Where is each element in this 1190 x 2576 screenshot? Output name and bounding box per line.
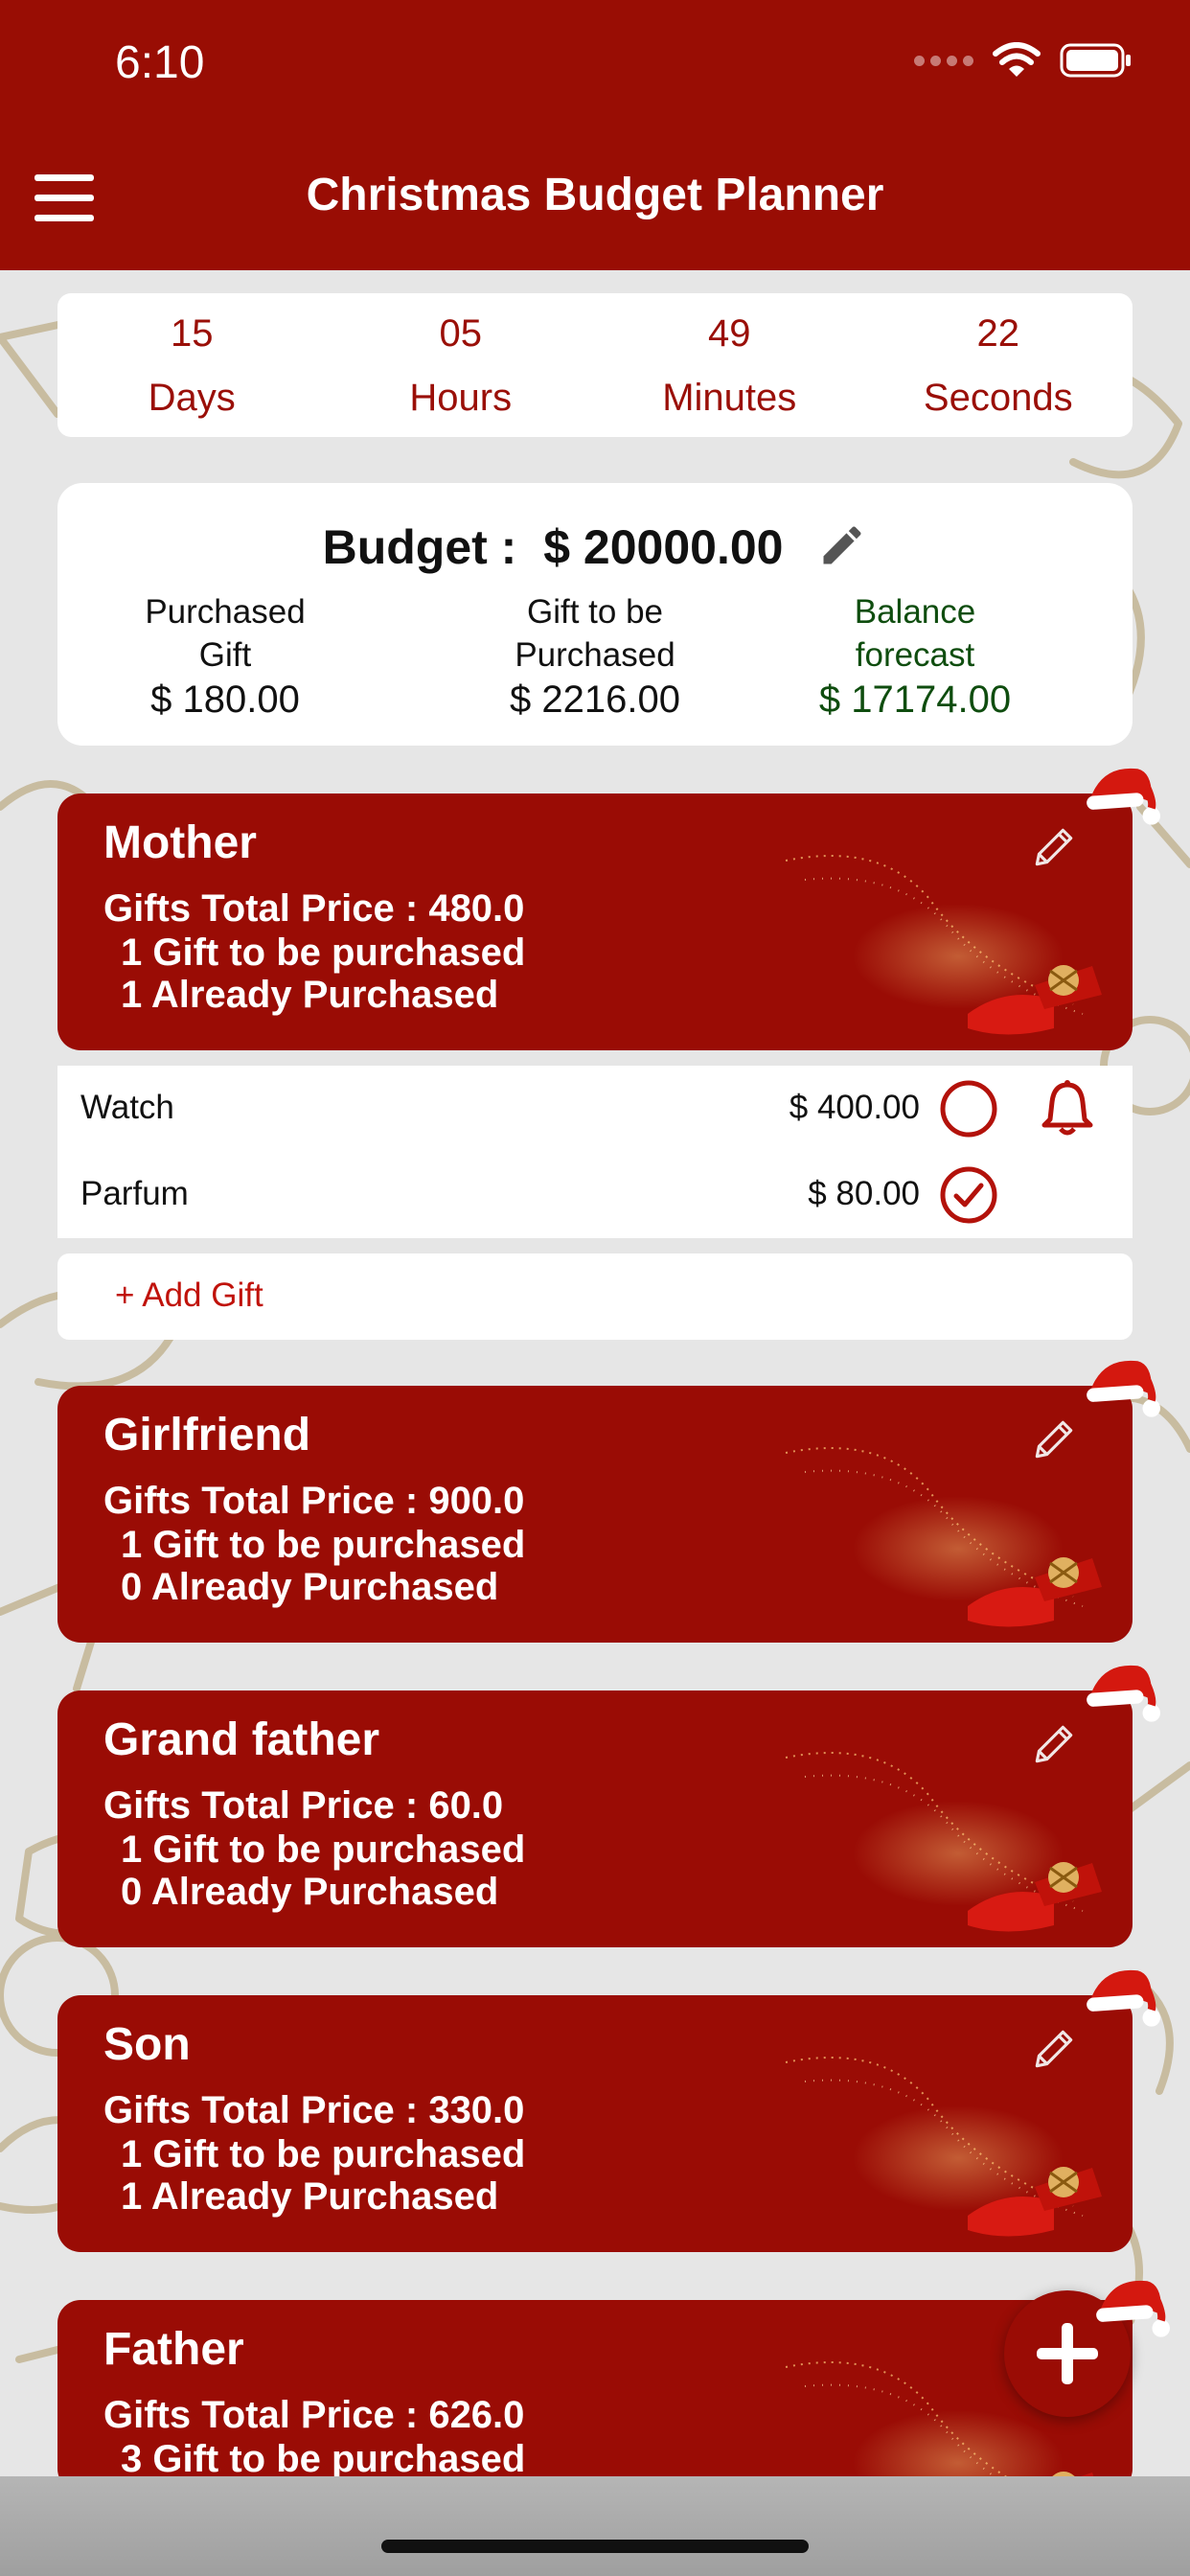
person-card-girlfriend[interactable]: Girlfriend Gifts Total Price : 900.0 1 G… — [57, 1386, 1133, 1643]
empty-circle-icon[interactable] — [939, 1079, 998, 1138]
to-buy-label-line1: Gift to be — [526, 593, 664, 631]
countdown-timer: 15 Days 05 Hours 49 Minutes 22 Seconds — [57, 293, 1133, 437]
to-buy-value: $ 2216.00 — [510, 678, 680, 721]
santa-hat-icon — [1083, 1351, 1161, 1430]
person-card-son[interactable]: Son Gifts Total Price : 330.0 1 Gift to … — [57, 1995, 1133, 2252]
gift-name: Watch — [80, 1089, 174, 1126]
signal-icon — [914, 55, 973, 66]
gifts-total-price: Gifts Total Price : 480.0 — [103, 887, 525, 930]
home-indicator[interactable] — [381, 2540, 809, 2553]
balance-label-line1: Balance — [854, 593, 976, 631]
balance-value: $ 17174.00 — [818, 678, 1012, 721]
gift-sparkle-image — [767, 1414, 1150, 1635]
add-gift-label: + Add Gift — [115, 1276, 263, 1314]
app-header: 6:10 Christmas Budget Planner — [0, 0, 1190, 270]
gift-sparkle-image — [767, 822, 1150, 1043]
gifts-total-price: Gifts Total Price : 60.0 — [103, 1784, 504, 1827]
gifts-to-purchase: 1 Gift to be purchased — [121, 2133, 526, 2175]
countdown-value: 22 — [976, 312, 1020, 355]
gifts-total-price: Gifts Total Price : 330.0 — [103, 2089, 525, 2131]
gifts-to-purchase: 1 Gift to be purchased — [121, 1828, 526, 1871]
gifts-purchased: 1 Already Purchased — [121, 2175, 499, 2218]
check-circle-icon[interactable] — [939, 1165, 998, 1225]
gift-row[interactable]: Parfum $ 80.00 — [57, 1152, 1133, 1238]
gifts-total-price: Gifts Total Price : 626.0 — [103, 2394, 525, 2436]
edit-person-icon[interactable] — [1029, 2024, 1079, 2074]
person-name: Son — [103, 2019, 191, 2070]
countdown-label: Days — [148, 377, 236, 419]
budget-header: Budget : $ 20000.00 — [57, 519, 1133, 582]
to-buy-label-line2: Purchased — [515, 636, 675, 674]
countdown-value: 49 — [708, 312, 751, 355]
status-icons — [914, 42, 1133, 79]
countdown-days: 15 Days — [57, 293, 327, 437]
status-time: 6:10 — [115, 37, 205, 88]
edit-budget-icon[interactable] — [817, 520, 867, 582]
countdown-hours: 05 Hours — [327, 293, 596, 437]
santa-hat-icon — [1092, 2271, 1171, 2350]
countdown-label: Seconds — [923, 377, 1073, 419]
countdown-seconds: 22 Seconds — [864, 293, 1133, 437]
gifts-to-purchase: 1 Gift to be purchased — [121, 1524, 526, 1566]
santa-hat-icon — [1083, 1656, 1161, 1735]
countdown-label: Minutes — [662, 377, 797, 419]
countdown-value: 05 — [439, 312, 483, 355]
page-title: Christmas Budget Planner — [306, 170, 884, 220]
edit-person-icon[interactable] — [1029, 1414, 1079, 1464]
gift-sparkle-image — [767, 1719, 1150, 1940]
gifts-to-purchase: 3 Gift to be purchased — [121, 2438, 526, 2480]
purchased-value: $ 180.00 — [150, 678, 300, 721]
person-name: Father — [103, 2324, 244, 2375]
santa-hat-icon — [1083, 759, 1161, 838]
budget-summary-card: Budget : $ 20000.00 Purchased Gift $ 180… — [57, 483, 1133, 746]
person-card-father[interactable]: Father Gifts Total Price : 626.0 3 Gift … — [57, 2300, 1133, 2492]
person-card-mother[interactable]: Mother Gifts Total Price : 480.0 1 Gift … — [57, 794, 1133, 1050]
gifts-to-purchase: 1 Gift to be purchased — [121, 932, 526, 974]
countdown-label: Hours — [409, 377, 513, 419]
add-gift-button[interactable]: + Add Gift — [57, 1254, 1133, 1340]
gift-row[interactable]: Watch $ 400.00 — [57, 1066, 1133, 1152]
budget-amount: $ 20000.00 — [543, 520, 784, 574]
wifi-icon — [993, 42, 1041, 77]
gifts-total-price: Gifts Total Price : 900.0 — [103, 1480, 525, 1522]
gift-list: Watch $ 400.00 Parfum $ 80.00 — [57, 1066, 1133, 1238]
countdown-value: 15 — [171, 312, 214, 355]
person-card-grand-father[interactable]: Grand father Gifts Total Price : 60.0 1 … — [57, 1690, 1133, 1947]
gift-price: $ 400.00 — [789, 1089, 920, 1126]
bell-icon[interactable] — [1039, 1079, 1096, 1138]
person-name: Grand father — [103, 1714, 380, 1765]
person-name: Mother — [103, 817, 257, 868]
countdown-minutes: 49 Minutes — [595, 293, 864, 437]
gift-name: Parfum — [80, 1175, 189, 1212]
budget-label: Budget : — [322, 520, 517, 574]
battery-icon — [1060, 43, 1131, 78]
balance-forecast-summary: Balance forecast $ 17174.00 — [752, 590, 1078, 722]
purchased-label-line2: Gift — [198, 636, 252, 674]
to-be-purchased-summary: Gift to be Purchased $ 2216.00 — [432, 590, 758, 722]
gifts-purchased: 1 Already Purchased — [121, 974, 499, 1016]
gift-price: $ 80.00 — [808, 1175, 920, 1212]
gifts-purchased: 0 Already Purchased — [121, 1871, 499, 1913]
edit-person-icon[interactable] — [1029, 1719, 1079, 1769]
gifts-purchased: 0 Already Purchased — [121, 1566, 499, 1608]
bottom-bar — [0, 2476, 1190, 2576]
purchased-gift-summary: Purchased Gift $ 180.00 — [62, 590, 388, 722]
person-name: Girlfriend — [103, 1410, 311, 1460]
purchased-label-line1: Purchased — [145, 593, 306, 631]
edit-person-icon[interactable] — [1029, 822, 1079, 872]
balance-label-line2: forecast — [855, 636, 975, 674]
gift-sparkle-image — [767, 2024, 1150, 2244]
santa-hat-icon — [1083, 1961, 1161, 2039]
